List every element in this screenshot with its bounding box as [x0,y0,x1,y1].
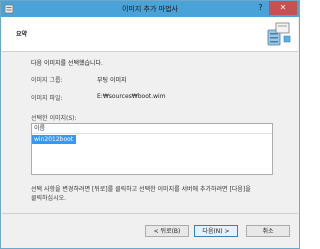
image-group-value: 부팅 이미지 [97,77,127,84]
selected-images-label: 선택한 이미지(S): [31,115,77,122]
wizard-header: 요약 [2,17,298,52]
list-item[interactable]: win2012boot [32,135,76,144]
image-group-label: 이미지 그룹: [31,77,63,84]
page-title: 요약 [16,31,28,38]
wizard-window: 이미지 추가 마법사 ? ✕ 요약 다음 이미지를 선택했습니다. 이미지 그룹… [0,0,300,249]
instruction-line-1: 선택 사항을 변경하려면 [뒤로]를 클릭하고 선택한 이미지를 서버에 추가하… [31,186,251,193]
back-button[interactable]: < 뒤로(B) [145,225,189,237]
server-image-icon [267,22,291,46]
cancel-button[interactable]: 취소 [246,225,290,237]
selected-images-list[interactable]: 이름 win2012boot [31,123,273,175]
help-button[interactable]: ? [252,1,269,15]
image-file-label: 이미지 파일: [31,95,63,102]
instruction-text: 선택 사항을 변경하려면 [뒤로]를 클릭하고 선택한 이미지를 서버에 추가하… [31,185,271,203]
close-button[interactable]: ✕ [269,1,297,15]
footer-divider [2,213,298,214]
intro-text: 다음 이미지를 선택했습니다. [31,60,103,67]
next-button[interactable]: 다음(N) > [194,225,238,237]
list-column-header-name[interactable]: 이름 [32,124,272,134]
instruction-line-2: 클릭하십시오. [31,195,67,202]
title-bar[interactable]: 이미지 추가 마법사 ? ✕ [1,1,299,17]
image-file-value: E:₩sources₩boot.wim [97,93,166,100]
